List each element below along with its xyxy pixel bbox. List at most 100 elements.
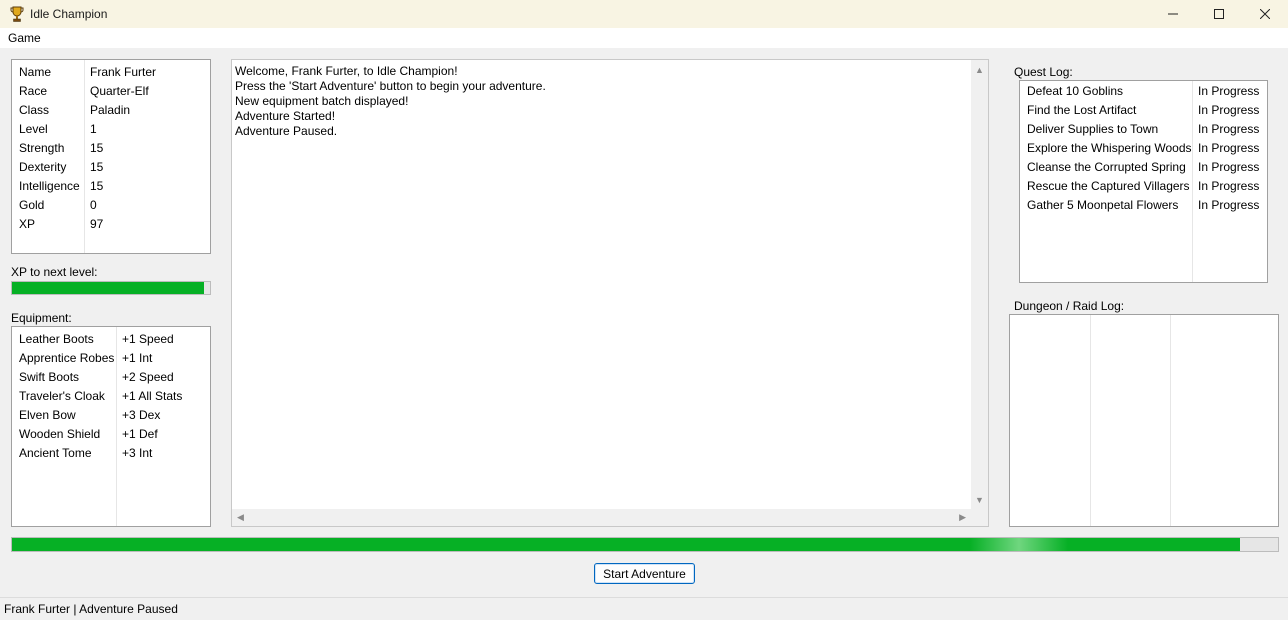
- status-text: Frank Furter | Adventure Paused: [4, 602, 178, 616]
- equipment-row[interactable]: Elven Bow +3 Dex: [12, 405, 210, 424]
- equipment-row[interactable]: Swift Boots +2 Speed: [12, 367, 210, 386]
- quest-row[interactable]: Defeat 10 Goblins In Progress: [1020, 82, 1267, 101]
- xp-progress-fill: [12, 282, 205, 294]
- quest-name: Rescue the Captured Villagers: [1027, 179, 1190, 193]
- stat-row[interactable]: Intelligence 15: [12, 176, 210, 195]
- stat-row[interactable]: Strength 15: [12, 138, 210, 157]
- equipment-item: Swift Boots: [19, 369, 80, 384]
- scroll-left-icon[interactable]: ◀: [237, 513, 244, 522]
- quest-name: Gather 5 Moonpetal Flowers: [1027, 198, 1179, 212]
- quest-status: In Progress: [1198, 84, 1260, 98]
- quest-row[interactable]: Gather 5 Moonpetal Flowers In Progress: [1020, 196, 1267, 215]
- equipment-item: Traveler's Cloak: [19, 388, 105, 403]
- equipment-row[interactable]: Apprentice Robes +1 Int: [12, 348, 210, 367]
- scrollbar-corner: [971, 509, 988, 526]
- stat-row[interactable]: Gold 0: [12, 195, 210, 214]
- close-icon: [1260, 9, 1270, 19]
- menu-game[interactable]: Game: [0, 31, 49, 45]
- quest-name: Deliver Supplies to Town: [1027, 122, 1159, 136]
- quest-row[interactable]: Deliver Supplies to Town In Progress: [1020, 120, 1267, 139]
- adventure-progress-bar: [11, 537, 1279, 552]
- equipment-bonus: +1 All Stats: [122, 388, 183, 403]
- equipment-row[interactable]: Ancient Tome +3 Int: [12, 443, 210, 462]
- stat-value: 97: [90, 216, 104, 231]
- log-line: Press the 'Start Adventure' button to be…: [235, 79, 546, 93]
- stat-label: Name: [19, 64, 52, 79]
- equipment-item: Wooden Shield: [19, 426, 101, 441]
- quest-log-label: Quest Log:: [1014, 65, 1073, 79]
- stat-row[interactable]: Name Frank Furter: [12, 62, 210, 81]
- equipment-list: Leather Boots +1 Speed Apprentice Robes +1…: [11, 326, 211, 527]
- stat-value: 15: [90, 140, 104, 155]
- stat-label: Race: [19, 83, 48, 98]
- stat-row[interactable]: XP 97: [12, 214, 210, 233]
- quest-status: In Progress: [1198, 160, 1260, 174]
- stat-label: Gold: [19, 197, 45, 212]
- stat-label: XP: [19, 216, 36, 231]
- quest-status: In Progress: [1198, 103, 1260, 117]
- scroll-down-icon[interactable]: ▼: [975, 496, 984, 505]
- equipment-row[interactable]: Wooden Shield +1 Def: [12, 424, 210, 443]
- start-adventure-button[interactable]: Start Adventure: [594, 563, 695, 584]
- stat-label: Level: [19, 121, 48, 136]
- menu-bar: Game: [0, 28, 1288, 48]
- equipment-row[interactable]: Traveler's Cloak +1 All Stats: [12, 386, 210, 405]
- stat-value: Frank Furter: [90, 64, 157, 79]
- stat-row[interactable]: Race Quarter-Elf: [12, 81, 210, 100]
- equipment-bonus: +3 Dex: [122, 407, 161, 422]
- dungeon-log-list: [1009, 314, 1279, 527]
- stat-row[interactable]: Level 1: [12, 119, 210, 138]
- equipment-item: Apprentice Robes: [19, 350, 115, 365]
- minimize-icon: [1168, 13, 1178, 15]
- trophy-icon: [9, 6, 25, 22]
- horizontal-scrollbar[interactable]: ◀ ▶: [232, 509, 971, 526]
- equipment-bonus: +1 Int: [122, 350, 153, 365]
- title-bar: Idle Champion: [0, 0, 1288, 28]
- vertical-scrollbar[interactable]: ▲ ▼: [971, 60, 988, 509]
- log-line: Adventure Started!: [235, 109, 336, 123]
- equipment-item: Ancient Tome: [19, 445, 92, 460]
- stat-row[interactable]: Class Paladin: [12, 100, 210, 119]
- quest-status: In Progress: [1198, 122, 1260, 136]
- quest-name: Find the Lost Artifact: [1027, 103, 1137, 117]
- close-button[interactable]: [1242, 0, 1288, 28]
- xp-label: XP to next level:: [11, 265, 98, 279]
- log-line: Welcome, Frank Furter, to Idle Champion!: [235, 64, 458, 78]
- scroll-right-icon[interactable]: ▶: [959, 513, 966, 522]
- stat-label: Strength: [19, 140, 65, 155]
- quest-status: In Progress: [1198, 141, 1260, 155]
- adventure-progress-fill: [12, 538, 1241, 551]
- stat-value: Paladin: [90, 102, 131, 117]
- equipment-label: Equipment:: [11, 311, 72, 325]
- stat-row[interactable]: Dexterity 15: [12, 157, 210, 176]
- log-line: Adventure Paused.: [235, 124, 338, 138]
- stat-value: 15: [90, 178, 104, 193]
- dungeon-log-label: Dungeon / Raid Log:: [1014, 299, 1125, 313]
- stat-label: Class: [19, 102, 50, 117]
- equipment-row[interactable]: Leather Boots +1 Speed: [12, 329, 210, 348]
- quest-row[interactable]: Rescue the Captured Villagers In Progress: [1020, 177, 1267, 196]
- quest-row[interactable]: Explore the Whispering Woods In Progress: [1020, 139, 1267, 158]
- equipment-bonus: +1 Speed: [122, 331, 174, 346]
- log-line: New equipment batch displayed!: [235, 94, 409, 108]
- maximize-icon: [1214, 9, 1224, 19]
- xp-progress-bar: [11, 281, 211, 295]
- maximize-button[interactable]: [1196, 0, 1242, 28]
- equipment-bonus: +2 Speed: [122, 369, 174, 384]
- quest-row[interactable]: Cleanse the Corrupted Spring In Progress: [1020, 158, 1267, 177]
- character-stats-list: Name Frank Furter Race Quarter-Elf Class Pa…: [11, 59, 211, 254]
- equipment-item: Leather Boots: [19, 331, 94, 346]
- stat-label: Dexterity: [19, 159, 67, 174]
- equipment-item: Elven Bow: [19, 407, 76, 422]
- equipment-bonus: +3 Int: [122, 445, 153, 460]
- status-bar: Frank Furter | Adventure Paused: [0, 597, 1288, 620]
- quest-name: Cleanse the Corrupted Spring: [1027, 160, 1186, 174]
- equipment-bonus: +1 Def: [122, 426, 158, 441]
- adventure-log-textarea[interactable]: Welcome, Frank Furter, to Idle Champion!…: [231, 59, 989, 527]
- scroll-up-icon[interactable]: ▲: [975, 66, 984, 75]
- stat-value: 0: [90, 197, 97, 212]
- stat-label: Intelligence: [19, 178, 80, 193]
- stat-value: 15: [90, 159, 104, 174]
- quest-row[interactable]: Find the Lost Artifact In Progress: [1020, 101, 1267, 120]
- minimize-button[interactable]: [1150, 0, 1196, 28]
